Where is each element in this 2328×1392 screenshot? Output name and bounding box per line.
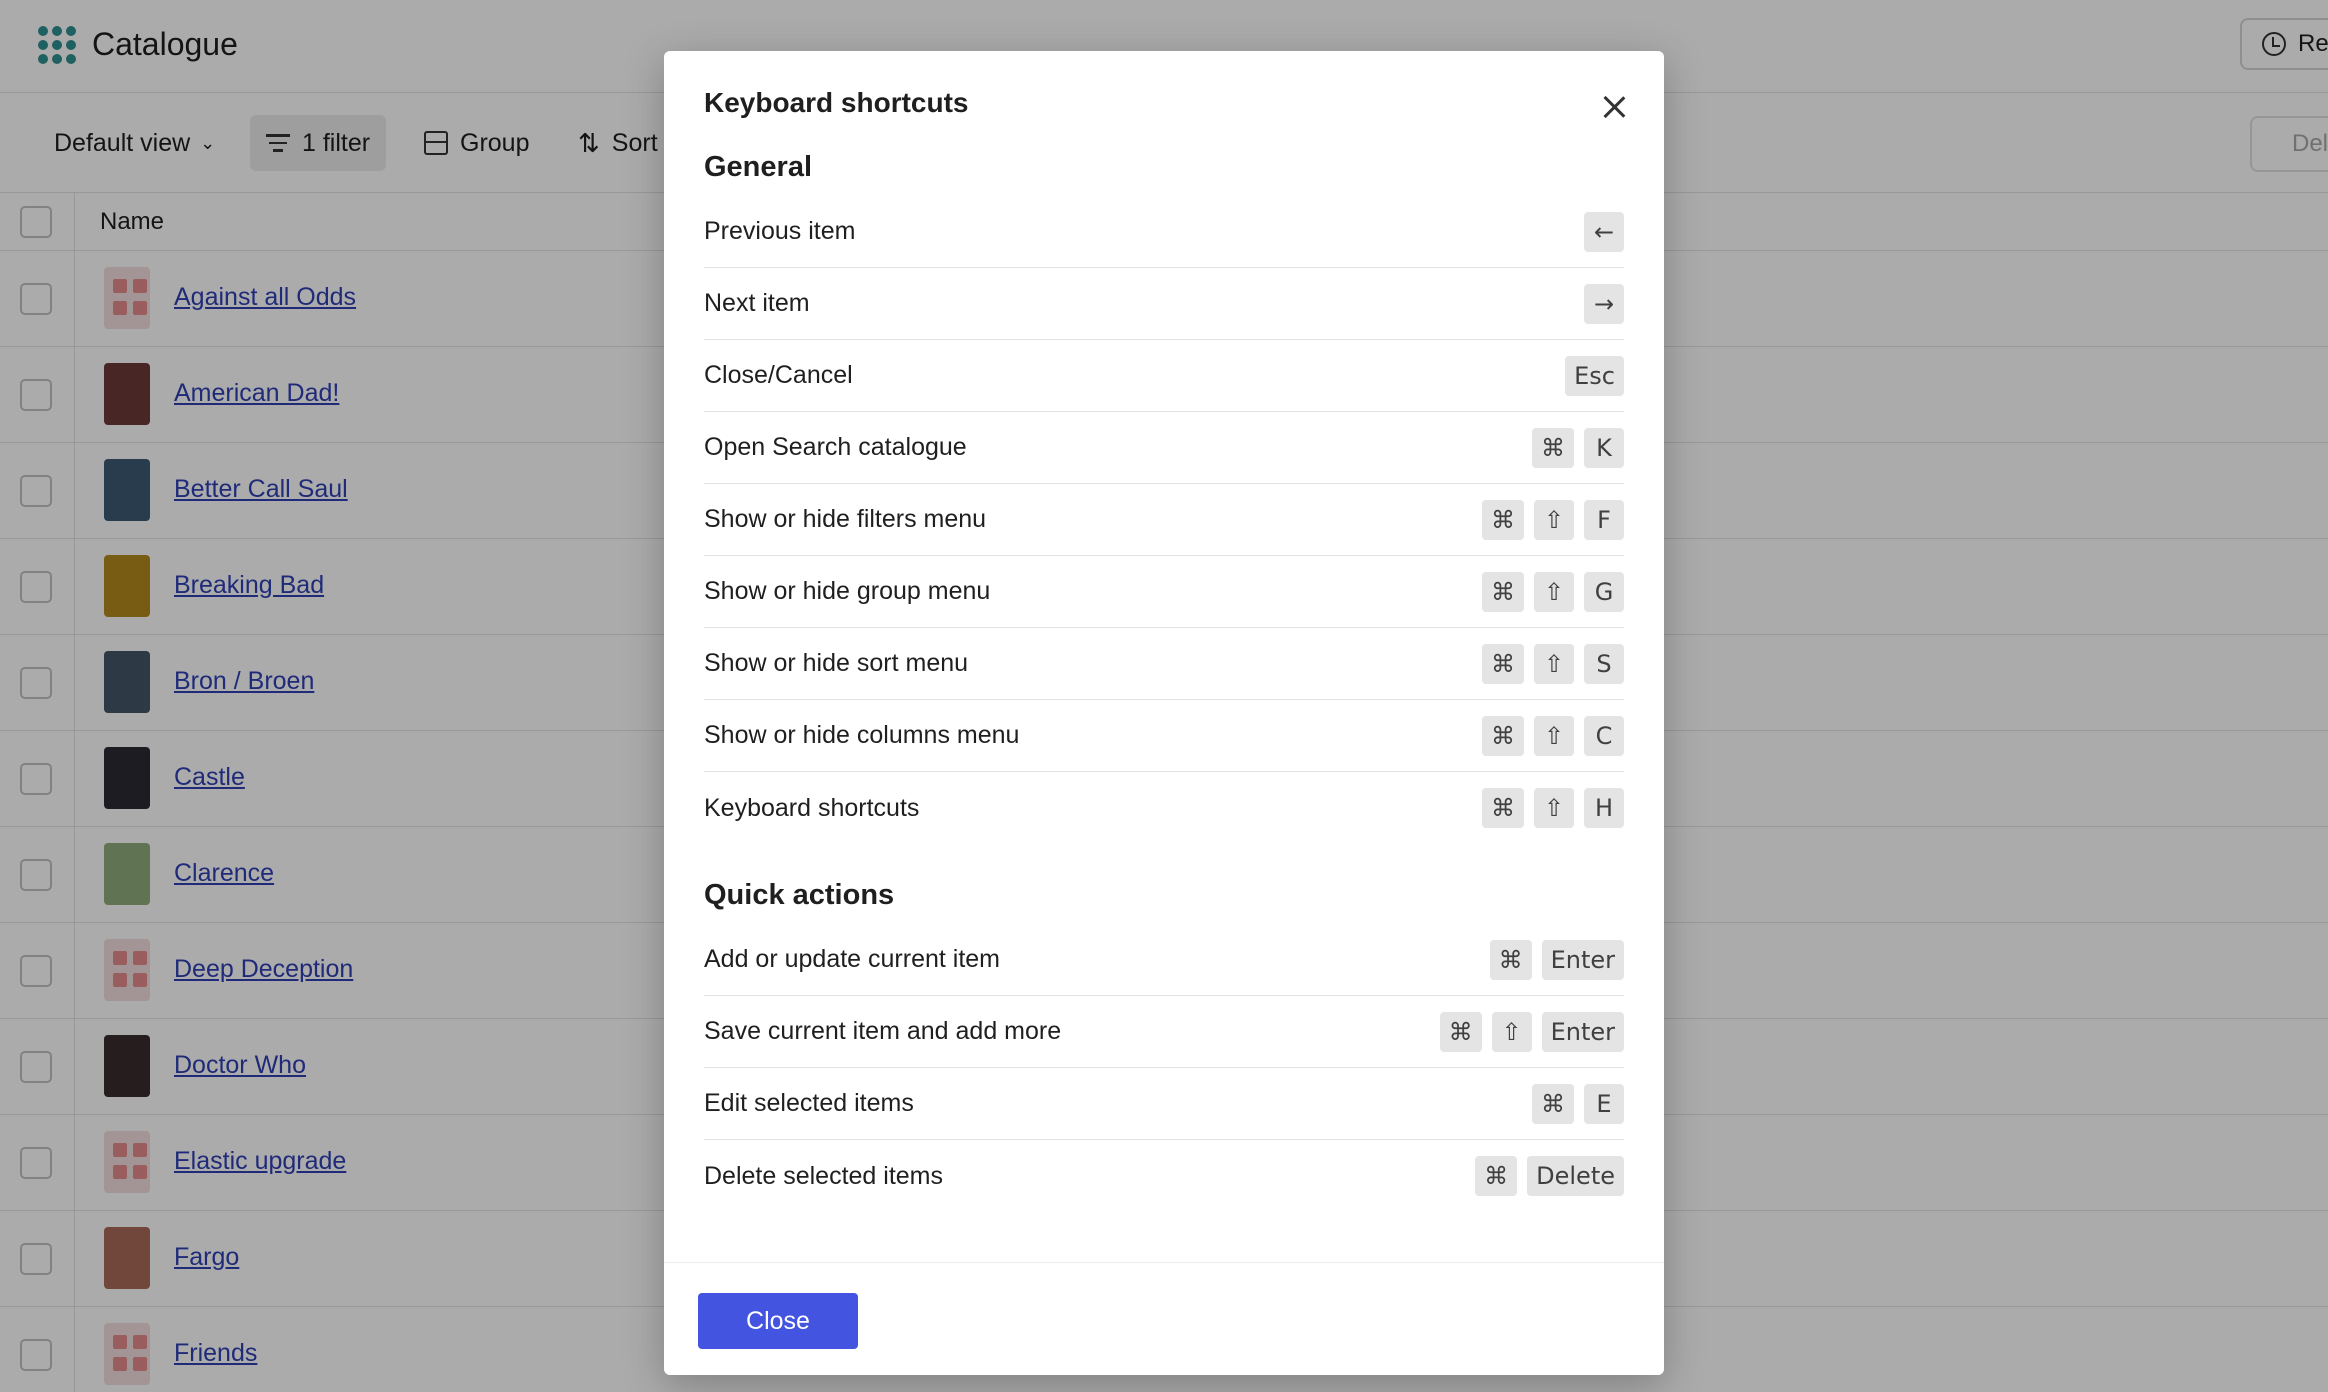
shortcut-row: Show or hide columns menu ⌘ ⇧ C	[704, 700, 1624, 772]
key-cap: ⌘	[1482, 499, 1524, 540]
quick-actions-shortcuts-list: Add or update current item ⌘ Enter Save cur…	[704, 924, 1624, 1212]
key-cap: ⌘	[1532, 427, 1574, 468]
key-cap: ⇧	[1534, 499, 1574, 540]
key-cap: ⇧	[1534, 788, 1574, 828]
key-cap: ⌘	[1439, 1011, 1482, 1052]
shortcut-keys: →	[1584, 283, 1624, 324]
shortcut-row: Show or hide filters menu ⌘ ⇧ F	[704, 484, 1624, 556]
shortcut-label: Close/Cancel	[704, 361, 853, 389]
shortcut-keys: Esc	[1565, 355, 1624, 396]
shortcut-keys: ⌘ E	[1532, 1083, 1624, 1124]
key-cap: Enter	[1541, 1011, 1624, 1052]
shortcut-label: Edit selected items	[704, 1089, 914, 1117]
shortcut-row: Close/Cancel Esc	[704, 340, 1624, 412]
shortcut-keys: ⌘ ⇧ F	[1482, 499, 1624, 540]
shortcut-row: Add or update current item ⌘ Enter	[704, 924, 1624, 996]
shortcut-keys: ⌘ ⇧ H	[1482, 788, 1624, 828]
shortcut-label: Keyboard shortcuts	[704, 793, 920, 822]
key-cap: ⌘	[1532, 1083, 1574, 1124]
shortcut-row: Open Search catalogue ⌘ K	[704, 412, 1624, 484]
key-cap: ⇧	[1534, 715, 1574, 756]
section-title-general: General	[704, 151, 812, 183]
key-cap: ⇧	[1534, 571, 1574, 612]
general-shortcuts-list: Previous item ← Next item → Close/Cancel Esc O…	[704, 196, 1624, 844]
shortcut-label: Open Search catalogue	[704, 433, 967, 461]
shortcut-label: Show or hide sort menu	[704, 649, 969, 677]
shortcut-row: Delete selected items ⌘ Delete	[704, 1140, 1624, 1212]
dialog-footer: Close	[664, 1262, 1664, 1375]
key-cap: F	[1584, 499, 1624, 540]
shortcut-row: Keyboard shortcuts ⌘ ⇧ H	[704, 772, 1624, 844]
key-cap: ⇧	[1534, 643, 1574, 684]
shortcut-keys: ←	[1584, 211, 1624, 252]
dialog-title: Keyboard shortcuts	[704, 87, 969, 118]
key-cap: ⌘	[1482, 643, 1524, 684]
shortcut-label: Next item	[704, 289, 810, 317]
close-button[interactable]: Close	[698, 1293, 858, 1349]
shortcut-row: Save current item and add more ⌘ ⇧ Enter	[704, 996, 1624, 1068]
key-cap: E	[1584, 1083, 1624, 1124]
key-cap: Delete	[1527, 1156, 1624, 1196]
key-cap: ⌘	[1482, 715, 1524, 756]
shortcut-label: Show or hide filters menu	[704, 505, 987, 533]
key-cap: ←	[1584, 211, 1624, 252]
shortcut-keys: ⌘ ⇧ G	[1482, 571, 1624, 612]
shortcut-keys: ⌘ K	[1532, 427, 1624, 468]
key-cap: C	[1584, 715, 1624, 756]
close-icon[interactable]	[1594, 87, 1634, 127]
shortcut-keys: ⌘ ⇧ Enter	[1439, 1011, 1624, 1052]
shortcut-label: Previous item	[704, 217, 856, 245]
key-cap: Enter	[1541, 939, 1624, 980]
key-cap: ⇧	[1491, 1011, 1532, 1052]
key-cap: Esc	[1565, 355, 1624, 396]
key-cap: ⌘	[1482, 571, 1524, 612]
key-cap: K	[1584, 427, 1624, 468]
shortcut-row: Edit selected items ⌘ E	[704, 1068, 1624, 1140]
shortcut-label: Add or update current item	[704, 945, 1000, 973]
shortcut-row: Previous item ←	[704, 196, 1624, 268]
shortcut-label: Save current item and add more	[704, 1017, 1062, 1045]
shortcut-label: Delete selected items	[704, 1161, 944, 1190]
section-title-quick-actions: Quick actions	[704, 879, 895, 911]
shortcut-label: Show or hide group menu	[704, 577, 991, 605]
shortcut-row: Show or hide group menu ⌘ ⇧ G	[704, 556, 1624, 628]
key-cap: ⌘	[1489, 939, 1532, 980]
key-cap: ⌘	[1475, 1156, 1518, 1196]
shortcut-row: Show or hide sort menu ⌘ ⇧ S	[704, 628, 1624, 700]
shortcut-row: Next item →	[704, 268, 1624, 340]
key-cap: H	[1584, 788, 1624, 828]
key-cap: G	[1584, 571, 1624, 612]
shortcut-keys: ⌘ Delete	[1475, 1156, 1624, 1196]
key-cap: S	[1584, 643, 1624, 684]
shortcut-keys: ⌘ Enter	[1489, 939, 1624, 980]
shortcut-keys: ⌘ ⇧ S	[1482, 643, 1624, 684]
key-cap: →	[1584, 283, 1624, 324]
keyboard-shortcuts-dialog: Keyboard shortcuts General Previous item…	[664, 51, 1664, 1375]
shortcut-keys: ⌘ ⇧ C	[1482, 715, 1624, 756]
shortcut-label: Show or hide columns menu	[704, 721, 1020, 749]
key-cap: ⌘	[1482, 788, 1524, 828]
